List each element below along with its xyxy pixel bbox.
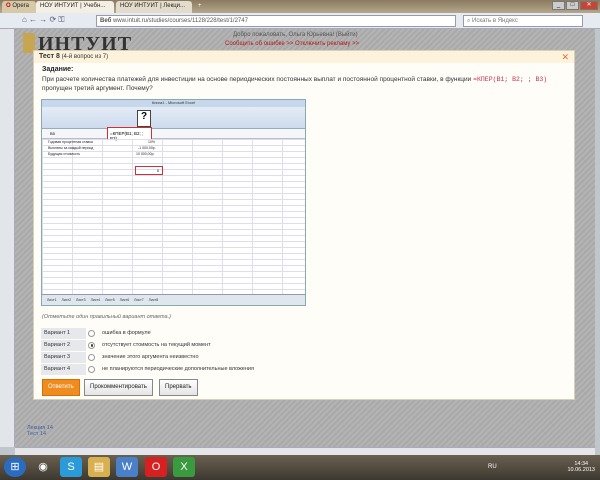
option-3[interactable]: Вариант 3 значение этого аргумента неизве… bbox=[41, 351, 199, 363]
chrome-icon[interactable]: ◉ bbox=[32, 457, 54, 477]
nav-buttons[interactable]: ⌂ ← → ⟳ ⚿ bbox=[22, 15, 65, 25]
explorer-icon[interactable]: ▤ bbox=[88, 457, 110, 477]
abort-button[interactable]: Прервать bbox=[159, 379, 198, 396]
test-dialog: Тест 8 (4-й вопрос из 7) ✕ Задание: При … bbox=[33, 50, 575, 400]
search-input[interactable]: ⌕ Искать в Яндекс bbox=[463, 15, 583, 27]
skype-icon[interactable]: S bbox=[60, 457, 82, 477]
opera-menu-button[interactable]: O Opera bbox=[2, 1, 36, 13]
language-indicator[interactable]: RU bbox=[488, 464, 497, 470]
option-2[interactable]: Вариант 2 отсутствует стоимость на текущи… bbox=[41, 339, 211, 351]
hint-text: (Отметьте один правильный вариант ответа… bbox=[42, 314, 171, 320]
task-label: Задание: bbox=[42, 66, 74, 73]
page-links: Лекция 14 Тест 14 bbox=[27, 425, 53, 437]
maximize-button[interactable]: □ bbox=[566, 1, 579, 10]
question-text: При расчете количества платежей для инве… bbox=[42, 76, 548, 92]
option-1[interactable]: Вариант 1 ошибка в формуле bbox=[41, 327, 151, 339]
opera-icon: O bbox=[6, 3, 11, 9]
formula-code: =КПЕР(B1; B2; ; B3) bbox=[473, 76, 548, 83]
excel-icon[interactable]: X bbox=[173, 457, 195, 477]
header-links[interactable]: Сообщить об ошибке >> Отключить рекламу … bbox=[225, 41, 359, 47]
option-4-radio[interactable] bbox=[88, 365, 95, 373]
excel-title: Книга1 - Microsoft Excel bbox=[42, 100, 305, 107]
opera-sidebar bbox=[0, 29, 15, 447]
spreadsheet-grid: Годовая процентная ставка 10% Выплаты за… bbox=[42, 139, 305, 294]
horizontal-scrollbar[interactable] bbox=[15, 447, 595, 455]
formula-bar: B5=КПЕР(B1; B2; ; B3) bbox=[42, 127, 305, 141]
tab-bar: O Opera НОУ ИНТУИТ | Учебн... НОУ ИНТУИТ… bbox=[0, 0, 600, 13]
tab-intuit-lecture[interactable]: НОУ ИНТУИТ | Лекци... bbox=[116, 1, 192, 13]
navigation-bar: ⌂ ← → ⟳ ⚿ Веб www.intuit.ru/studies/cour… bbox=[0, 13, 600, 29]
excel-screenshot: Книга1 - Microsoft Excel B5 =КПЕР(B1; B2;… bbox=[41, 99, 306, 306]
option-2-radio[interactable] bbox=[88, 341, 95, 349]
tab-intuit-test[interactable]: НОУ ИНТУИТ | Учебн... bbox=[36, 1, 114, 13]
sheet-tabs: Лист1 Лист2 Лист3 Лист4 Лист5 Лист6 Лист… bbox=[42, 294, 305, 305]
option-3-radio[interactable] bbox=[88, 353, 95, 361]
option-4[interactable]: Вариант 4 не планируются периодические до… bbox=[41, 363, 254, 375]
answer-button[interactable]: Ответить bbox=[42, 379, 80, 396]
question-mark-icon: ? bbox=[137, 110, 151, 127]
option-1-radio[interactable] bbox=[88, 329, 95, 337]
close-window-button[interactable]: ✕ bbox=[580, 1, 598, 10]
minimize-button[interactable]: _ bbox=[552, 1, 565, 10]
link-test[interactable]: Тест 14 bbox=[27, 431, 53, 437]
word-icon[interactable]: W bbox=[116, 457, 138, 477]
address-bar[interactable]: Веб www.intuit.ru/studies/courses/1128/2… bbox=[96, 15, 456, 27]
start-button[interactable]: ⊞ bbox=[4, 457, 26, 477]
result-cell: 8 bbox=[135, 166, 163, 175]
opera-icon[interactable]: O bbox=[145, 457, 167, 477]
taskbar: ⊞ ◉ S ▤ W O X RU 14:34 10.06.2013 bbox=[0, 455, 600, 480]
dialog-title: Тест 8 (4-й вопрос из 7) bbox=[34, 51, 574, 63]
clock[interactable]: 14:34 10.06.2013 bbox=[567, 461, 595, 473]
welcome-text: Добро пожаловать, Ольга Юрьевна! (Выйти) bbox=[233, 32, 358, 38]
new-tab-button[interactable]: + bbox=[194, 1, 204, 13]
close-icon[interactable]: ✕ bbox=[561, 52, 569, 63]
excel-ribbon bbox=[42, 107, 305, 129]
comment-button[interactable]: Прокомментировать bbox=[84, 379, 153, 396]
